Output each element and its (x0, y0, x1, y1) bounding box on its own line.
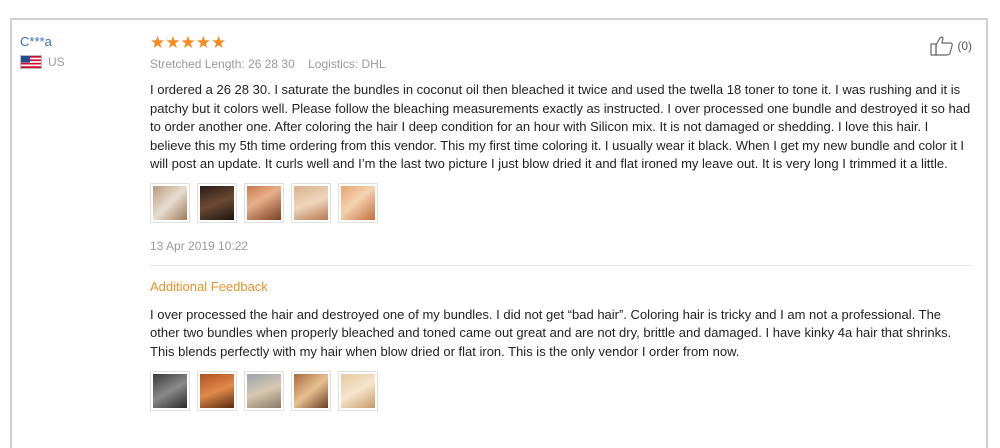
logistics: Logistics: DHL (308, 57, 386, 71)
stretched-length: Stretched Length: 26 28 30 (150, 57, 295, 71)
review-photo-2[interactable] (197, 182, 237, 223)
divider (150, 264, 972, 266)
feedback-photo-3[interactable] (244, 371, 284, 411)
review-photo-1[interactable] (150, 182, 190, 223)
additional-feedback-photos (150, 371, 972, 411)
feedback-photo-1[interactable] (150, 371, 190, 411)
additional-feedback-text: I over processed the hair and destroyed … (150, 306, 952, 359)
additional-feedback-title: Additional Feedback (150, 278, 268, 294)
feedback-photo-2[interactable] (197, 371, 237, 411)
review-meta: Stretched Length: 26 28 30 Logistics: DH… (150, 57, 972, 71)
review-photo-5[interactable] (338, 182, 378, 223)
review-photo-3[interactable] (244, 182, 284, 223)
reviewer-info: C***a US (20, 34, 65, 69)
review-text: I ordered a 26 28 30. I saturate the bun… (150, 82, 971, 171)
feedback-photo-5[interactable] (338, 371, 378, 411)
review-date: 13 Apr 2019 10:22 (150, 238, 249, 253)
review-photos (150, 182, 972, 223)
feedback-photo-4[interactable] (291, 371, 331, 411)
review-content: ★★★★★ Stretched Length: 26 28 30 Logisti… (150, 34, 972, 411)
reviewer-name[interactable]: C***a (20, 34, 65, 49)
review-photo-4[interactable] (291, 182, 331, 223)
star-rating: ★★★★★ (150, 33, 227, 52)
reviewer-country: US (20, 55, 65, 69)
country-label: US (48, 55, 65, 69)
us-flag-icon (20, 55, 42, 69)
